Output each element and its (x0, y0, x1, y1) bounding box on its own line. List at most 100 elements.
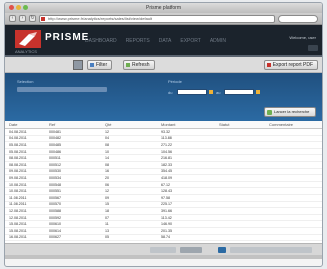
pager-next-button[interactable] (218, 247, 226, 253)
refresh-button[interactable]: Refresh (123, 60, 155, 70)
menu-item-admin[interactable]: ADMIN (210, 38, 226, 44)
cell-qty: 18 (105, 208, 109, 213)
browser-statusbar (5, 255, 322, 259)
date-to-input[interactable] (224, 89, 254, 95)
menu-item-reports[interactable]: REPORTS (126, 38, 150, 44)
search-button[interactable]: Lancer la recherche (264, 107, 316, 117)
cell-date: 09.08.2011 (9, 169, 27, 174)
cell-qty: 04 (105, 136, 109, 141)
table-row[interactable]: 09.08.2011 000534 20 418.09 (5, 175, 322, 182)
filter-panel: Selection Période du au Lancer la recher… (5, 73, 322, 121)
action-toolbar: Filter Refresh Export report PDF (5, 57, 322, 73)
cell-amount: 271.22 (161, 142, 172, 147)
table-row[interactable]: 16.08.2011 000627 05 58.74 (5, 235, 322, 242)
cell-ref: 000530 (49, 169, 61, 174)
menu-item-dashboard[interactable]: DASHBOARD (85, 38, 117, 44)
table-row[interactable]: 05.08.2011 000486 10 104.56 (5, 149, 322, 156)
logo-text: PRISME (45, 32, 90, 43)
cell-date: 16.08.2011 (9, 235, 27, 240)
table-row[interactable]: 11.08.2011 000570 15 225.17 (5, 202, 322, 209)
table-row[interactable]: 12.08.2011 000592 07 113.42 (5, 215, 322, 222)
menu-item-data[interactable]: DATA (159, 38, 172, 44)
filter-button[interactable]: Filter (87, 60, 113, 70)
cell-ref: 000512 (49, 162, 61, 167)
table-body: 04.08.2011 000481 12 93.32 04.08.2011 000482 0… (5, 129, 322, 242)
zoom-window-button[interactable] (23, 5, 28, 10)
cell-qty: 08 (105, 162, 109, 167)
cell-ref: 000567 (49, 195, 61, 200)
cell-qty: 09 (105, 195, 109, 200)
table-row[interactable]: 12.08.2011 000588 18 391.66 (5, 208, 322, 215)
back-button[interactable]: ‹ (9, 15, 16, 22)
cell-date: 15.08.2011 (9, 228, 27, 233)
minimize-window-button[interactable] (16, 5, 21, 10)
main-menu: DASHBOARD REPORTS DATA EXPORT ADMIN (85, 38, 226, 44)
cell-qty: 05 (105, 235, 109, 240)
calendar-to-icon[interactable] (256, 90, 260, 94)
cell-ref: 000548 (49, 182, 61, 187)
browser-window: Prisme platform ‹ › ↻ http://www.prisme.… (4, 2, 323, 267)
table-row[interactable]: 15.08.2011 000614 13 201.35 (5, 228, 322, 235)
forward-button[interactable]: › (19, 15, 26, 22)
period-label: Période (168, 79, 182, 84)
cell-qty: 07 (105, 215, 109, 220)
close-window-button[interactable] (9, 5, 14, 10)
table-row[interactable]: 04.08.2011 000482 04 113.88 (5, 136, 322, 143)
col-header-status[interactable]: Statut (219, 122, 269, 127)
cell-date: 11.08.2011 (9, 195, 27, 200)
cell-date: 05.08.2011 (9, 142, 27, 147)
table-row[interactable]: 04.08.2011 000481 12 93.32 (5, 129, 322, 136)
cell-date: 05.08.2011 (9, 149, 27, 154)
selection-label: Selection (17, 79, 34, 84)
pager-page-indicator[interactable] (180, 247, 202, 253)
export-pdf-button[interactable]: Export report PDF (263, 60, 318, 70)
table-row[interactable]: 10.08.2011 000548 06 67.12 (5, 182, 322, 189)
cell-qty: 06 (105, 182, 109, 187)
cell-amount: 58.74 (161, 235, 170, 240)
user-login-text[interactable]: Welcome, user (289, 35, 316, 40)
col-header-comment[interactable]: Commentaire (269, 122, 321, 127)
cell-date: 04.08.2011 (9, 136, 27, 141)
calendar-from-icon[interactable] (209, 90, 213, 94)
refresh-button-label: Refresh (132, 62, 150, 68)
col-header-ref[interactable]: Ref (49, 122, 105, 127)
table-row[interactable]: 09.08.2011 000530 16 354.45 (5, 169, 322, 176)
table-row[interactable]: 11.08.2011 000567 09 97.58 (5, 195, 322, 202)
table-row[interactable]: 08.08.2011 000512 08 182.33 (5, 162, 322, 169)
table-row[interactable]: 08.08.2011 000511 14 216.81 (5, 155, 322, 162)
cell-qty: 16 (105, 169, 109, 174)
settings-button[interactable] (308, 45, 318, 51)
selection-field[interactable] (17, 87, 107, 92)
to-label: au (216, 90, 221, 95)
cell-ref: 000551 (49, 189, 61, 194)
cell-amount: 113.88 (161, 136, 172, 141)
menu-item-export[interactable]: EXPORT (180, 38, 200, 44)
table-row[interactable]: 15.08.2011 000610 11 146.90 (5, 221, 322, 228)
from-label: du (168, 90, 173, 95)
table-row[interactable]: 05.08.2011 000485 08 271.22 (5, 142, 322, 149)
grid-view-icon[interactable] (73, 60, 83, 70)
filter-button-label: Filter (96, 62, 108, 68)
col-header-amount[interactable]: Montant (161, 122, 219, 127)
pager-previous-button[interactable] (150, 247, 176, 253)
prisme-logo-icon (15, 30, 41, 48)
url-text: http://www.prisme.fr/analytics/reports/s… (48, 15, 153, 21)
pdf-icon (266, 63, 271, 67)
table-header: Date Ref Qté Montant Statut Commentaire (5, 121, 322, 129)
favicon-icon (41, 16, 45, 21)
cell-ref: 000614 (49, 228, 61, 233)
cell-qty: 08 (105, 142, 109, 147)
address-bar[interactable]: http://www.prisme.fr/analytics/reports/s… (39, 14, 275, 23)
browser-search-input[interactable] (278, 14, 318, 23)
reload-button[interactable]: ↻ (29, 15, 36, 22)
col-header-date[interactable]: Date (5, 122, 49, 127)
date-from-input[interactable] (177, 89, 207, 95)
cell-qty: 12 (105, 129, 109, 134)
cell-qty: 11 (105, 222, 109, 227)
cell-date: 09.08.2011 (9, 175, 27, 180)
table-row[interactable]: 10.08.2011 000551 12 128.43 (5, 188, 322, 195)
cell-amount: 225.17 (161, 202, 172, 207)
cell-date: 12.08.2011 (9, 208, 27, 213)
export-button-label: Export report PDF (272, 62, 313, 68)
col-header-qty[interactable]: Qté (105, 122, 161, 127)
